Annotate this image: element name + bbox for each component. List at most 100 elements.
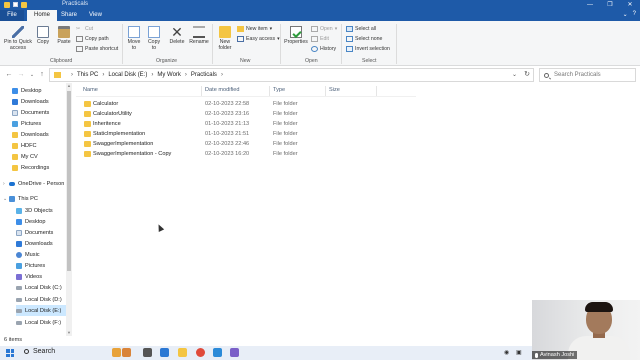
tray-icon[interactable]: ◉	[504, 349, 509, 356]
refresh-icon[interactable]: ↻	[524, 70, 530, 78]
table-row[interactable]: SwaggerImplementation - Copy 02-10-2023 …	[80, 149, 410, 159]
scrollbar-thumb[interactable]	[67, 91, 71, 271]
nav-item-desktop-quick[interactable]: Desktop ✦	[12, 85, 72, 96]
tab-share[interactable]: Share	[54, 10, 84, 21]
move-to-button[interactable]: Move to	[126, 26, 142, 51]
app-icon[interactable]	[160, 348, 169, 357]
chevron-down-icon[interactable]: ⌄	[3, 196, 7, 202]
visual-studio-icon[interactable]	[230, 348, 239, 357]
nav-item-onedrive[interactable]: OneDrive - Person	[9, 178, 72, 189]
minimize-button[interactable]: —	[580, 0, 600, 10]
new-item-button[interactable]: New item ▾	[237, 25, 272, 33]
delete-button[interactable]: ✕ Delete	[168, 25, 186, 45]
group-separator	[396, 24, 397, 64]
desktop-icon	[12, 87, 18, 94]
cut-button[interactable]: ✂ Cut	[76, 25, 93, 33]
breadcrumb-my-work[interactable]: My Work	[157, 72, 181, 78]
easy-access-button[interactable]: Easy access ▾	[237, 35, 280, 43]
nav-item-downloads-folder[interactable]: Downloads	[12, 129, 72, 140]
nav-item-local-disk-d[interactable]: Local Disk (D:)	[16, 294, 72, 305]
column-header-date-modified[interactable]: Date modified	[205, 87, 240, 96]
search-input[interactable]: Search Practicals	[539, 68, 636, 82]
nav-item-local-disk-e[interactable]: Local Disk (E:)	[16, 305, 66, 316]
help-icon[interactable]: ?	[633, 11, 636, 18]
forward-button[interactable]: →	[16, 70, 26, 80]
invert-selection-button[interactable]: Invert selection	[346, 45, 390, 53]
rename-button[interactable]: Rename	[188, 26, 210, 45]
nav-item-local-disk-c[interactable]: Local Disk (C:)	[16, 282, 72, 293]
properties-quick-icon[interactable]	[13, 2, 18, 7]
nav-item-hdfc[interactable]: HDFC	[12, 140, 72, 151]
table-row[interactable]: CalculatorUtility 02-10-2023 23:16 File …	[80, 109, 410, 119]
table-row[interactable]: StaticImplementation 01-10-2023 21:51 Fi…	[80, 129, 410, 139]
copy-to-icon	[148, 26, 160, 38]
taskbar-search[interactable]: Search	[24, 348, 55, 355]
collapse-ribbon-icon[interactable]: ⌄	[623, 11, 628, 18]
table-row[interactable]: SwaggerImplementation 02-10-2023 22:46 F…	[80, 139, 410, 149]
copy-to-button[interactable]: Copy to	[146, 26, 162, 51]
pin-quick-access-button[interactable]: Pin to Quick access	[3, 26, 33, 51]
column-header-name[interactable]: Name	[83, 87, 98, 96]
back-button[interactable]: ←	[4, 70, 14, 80]
edit-button[interactable]: Edit	[311, 35, 329, 43]
nav-item-downloads-quick[interactable]: Downloads ✦	[12, 96, 72, 107]
breadcrumb-practicals[interactable]: Practicals	[191, 72, 217, 78]
breadcrumb-this-pc[interactable]: This PC	[77, 72, 98, 78]
chevron-right-icon[interactable]: ›	[151, 72, 153, 78]
select-all-button[interactable]: Select all	[346, 25, 376, 33]
nav-item-recordings[interactable]: Recordings	[12, 162, 72, 173]
breadcrumb-local-disk-e[interactable]: Local Disk (E:)	[108, 72, 147, 78]
file-explorer-taskbar-icon[interactable]	[178, 348, 187, 357]
nav-item-documents[interactable]: Documents	[16, 227, 72, 238]
paste-button[interactable]: Paste	[56, 26, 72, 45]
new-folder-quick-icon[interactable]	[21, 2, 27, 8]
nav-item-music[interactable]: Music	[16, 249, 72, 260]
up-button[interactable]: ↑	[37, 70, 47, 80]
close-button[interactable]: ✕	[620, 0, 640, 10]
chrome-icon[interactable]	[196, 348, 205, 357]
task-view-icon[interactable]	[143, 348, 152, 357]
tab-home[interactable]: Home	[27, 10, 58, 21]
app-icon[interactable]	[213, 348, 222, 357]
nav-item-videos[interactable]: Videos	[16, 271, 72, 282]
nav-item-desktop[interactable]: Desktop	[16, 216, 72, 227]
chevron-down-icon[interactable]: ⌄	[512, 71, 517, 78]
tray-icon[interactable]: ▣	[516, 349, 522, 356]
nav-item-pictures[interactable]: Pictures	[16, 260, 72, 271]
copy-button[interactable]: Copy	[36, 26, 50, 45]
weather-widget-icon[interactable]	[112, 348, 121, 357]
chevron-right-icon[interactable]: ›	[185, 72, 187, 78]
column-header-type[interactable]: Type	[273, 87, 285, 96]
new-folder-button[interactable]: New folder	[216, 26, 234, 51]
tab-file[interactable]: File	[0, 10, 24, 21]
chevron-right-icon[interactable]: ›	[221, 72, 223, 78]
select-none-button[interactable]: Select none	[346, 35, 382, 43]
table-row[interactable]: Calculator 02-10-2023 22:58 File folder	[80, 99, 410, 109]
chevron-right-icon[interactable]: ›	[3, 181, 5, 187]
nav-item-this-pc[interactable]: This PC	[9, 193, 72, 204]
copy-path-button[interactable]: Copy path	[76, 35, 109, 43]
paste-shortcut-button[interactable]: Paste shortcut	[76, 45, 118, 53]
nav-item-local-disk-f[interactable]: Local Disk (F:)	[16, 317, 72, 328]
nav-item-documents-quick[interactable]: Documents ✦	[12, 107, 72, 118]
widget-icon[interactable]	[122, 348, 131, 357]
nav-scrollbar[interactable]: ▲ ▼	[66, 83, 72, 336]
nav-item-my-cv[interactable]: My CV	[12, 151, 72, 162]
nav-item-3d-objects[interactable]: 3D Objects	[16, 205, 72, 216]
start-button[interactable]	[6, 349, 14, 357]
address-bar[interactable]: › This PC › Local Disk (E:) › My Work › …	[49, 68, 534, 82]
nav-item-downloads[interactable]: Downloads	[16, 238, 72, 249]
open-button[interactable]: Open ▾	[311, 25, 337, 33]
chevron-right-icon[interactable]: ›	[102, 72, 104, 78]
scroll-up-icon[interactable]: ▲	[66, 83, 72, 89]
table-row[interactable]: Inheritence 01-10-2023 21:13 File folder	[80, 119, 410, 129]
maximize-button[interactable]: ❐	[600, 0, 620, 10]
history-button[interactable]: History	[311, 45, 336, 53]
properties-button[interactable]: Properties	[283, 26, 309, 45]
column-header-size[interactable]: Size	[329, 87, 340, 96]
tab-view[interactable]: View	[82, 10, 109, 21]
recent-locations-button[interactable]: ⌄	[27, 70, 37, 80]
nav-item-pictures-quick[interactable]: Pictures ✦	[12, 118, 72, 129]
open-icon	[311, 26, 318, 32]
file-date: 02-10-2023 23:16	[205, 111, 250, 117]
